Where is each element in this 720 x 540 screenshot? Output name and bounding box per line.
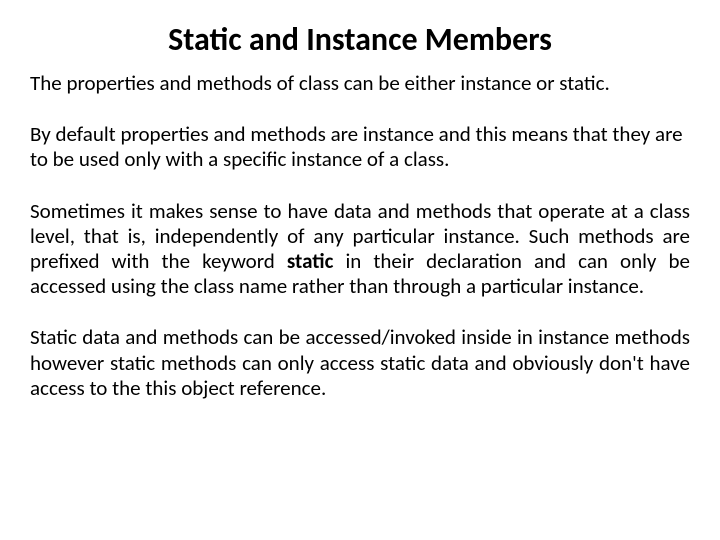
keyword-static: static — [287, 248, 333, 274]
paragraph-4: Static data and methods can be accessed/… — [30, 325, 690, 401]
paragraph-3: Sometimes it makes sense to have data an… — [30, 199, 690, 300]
paragraph-2: By default properties and methods are in… — [30, 122, 690, 172]
paragraph-1: The properties and methods of class can … — [30, 71, 690, 96]
slide-title: Static and Instance Members — [30, 20, 690, 59]
